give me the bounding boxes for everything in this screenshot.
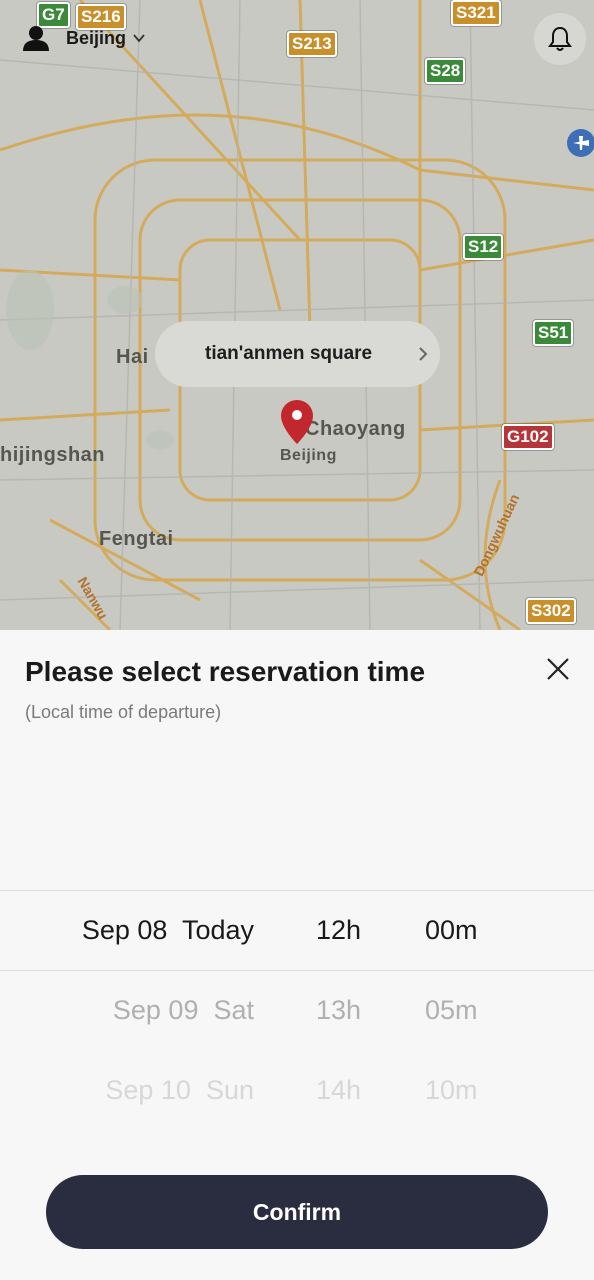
notifications-button[interactable]	[534, 13, 586, 65]
minute-option[interactable]: 00m	[425, 890, 478, 970]
place-label: Beijing	[280, 447, 337, 464]
bell-icon	[548, 26, 572, 51]
minute-option[interactable]: 05m	[425, 970, 478, 1050]
confirm-button[interactable]: Confirm	[46, 1175, 548, 1249]
time-picker[interactable]: Sep 08 Today 12h 00m Sep 09 Sat 13h 05m …	[0, 890, 594, 1130]
road-shield: S302	[526, 598, 576, 624]
road-shield: S28	[425, 58, 466, 84]
close-icon[interactable]	[543, 654, 573, 684]
date-option[interactable]: Sep 08 Today	[82, 890, 254, 970]
hour-option[interactable]: 12h	[316, 890, 361, 970]
map-view[interactable]: G7 S216 S213 S321 S28 S12 S51 G102 S302 …	[0, 0, 594, 630]
road-shield: S51	[533, 320, 574, 346]
road-shield: G102	[502, 424, 554, 450]
picker-row[interactable]: Sep 10 Sun 14h 10m	[0, 1050, 594, 1130]
destination-selector[interactable]: tian'anmen square	[155, 321, 440, 387]
road-shield: S321	[451, 0, 501, 26]
user-icon[interactable]	[22, 24, 50, 52]
hour-option[interactable]: 13h	[316, 970, 361, 1050]
place-label: Hai	[116, 346, 149, 368]
city-selector[interactable]: Beijing	[66, 28, 126, 49]
airport-icon	[567, 129, 594, 157]
hour-option[interactable]: 14h	[316, 1050, 361, 1130]
map-pin-icon	[281, 400, 313, 444]
sheet-title: Please select reservation time	[25, 656, 426, 687]
date-option[interactable]: Sep 09 Sat	[113, 970, 254, 1050]
place-label: Fengtai	[99, 528, 174, 550]
destination-label: tian'anmen square	[205, 343, 373, 364]
sheet-subtitle: (Local time of departure)	[25, 702, 222, 722]
picker-row-selected[interactable]: Sep 08 Today 12h 00m	[0, 890, 594, 970]
place-label: hijingshan	[0, 444, 105, 466]
date-option[interactable]: Sep 10 Sun	[105, 1050, 254, 1130]
top-bar: Beijing	[22, 24, 146, 52]
chevron-down-icon[interactable]	[132, 31, 146, 45]
reservation-time-sheet: Please select reservation time (Local ti…	[0, 630, 594, 1280]
minute-option[interactable]: 10m	[425, 1050, 478, 1130]
place-label: Chaoyang	[305, 418, 406, 440]
picker-row[interactable]: Sep 09 Sat 13h 05m	[0, 970, 594, 1050]
road-shield: S213	[287, 31, 337, 57]
chevron-right-icon	[419, 347, 428, 361]
road-shield: S12	[463, 234, 504, 260]
